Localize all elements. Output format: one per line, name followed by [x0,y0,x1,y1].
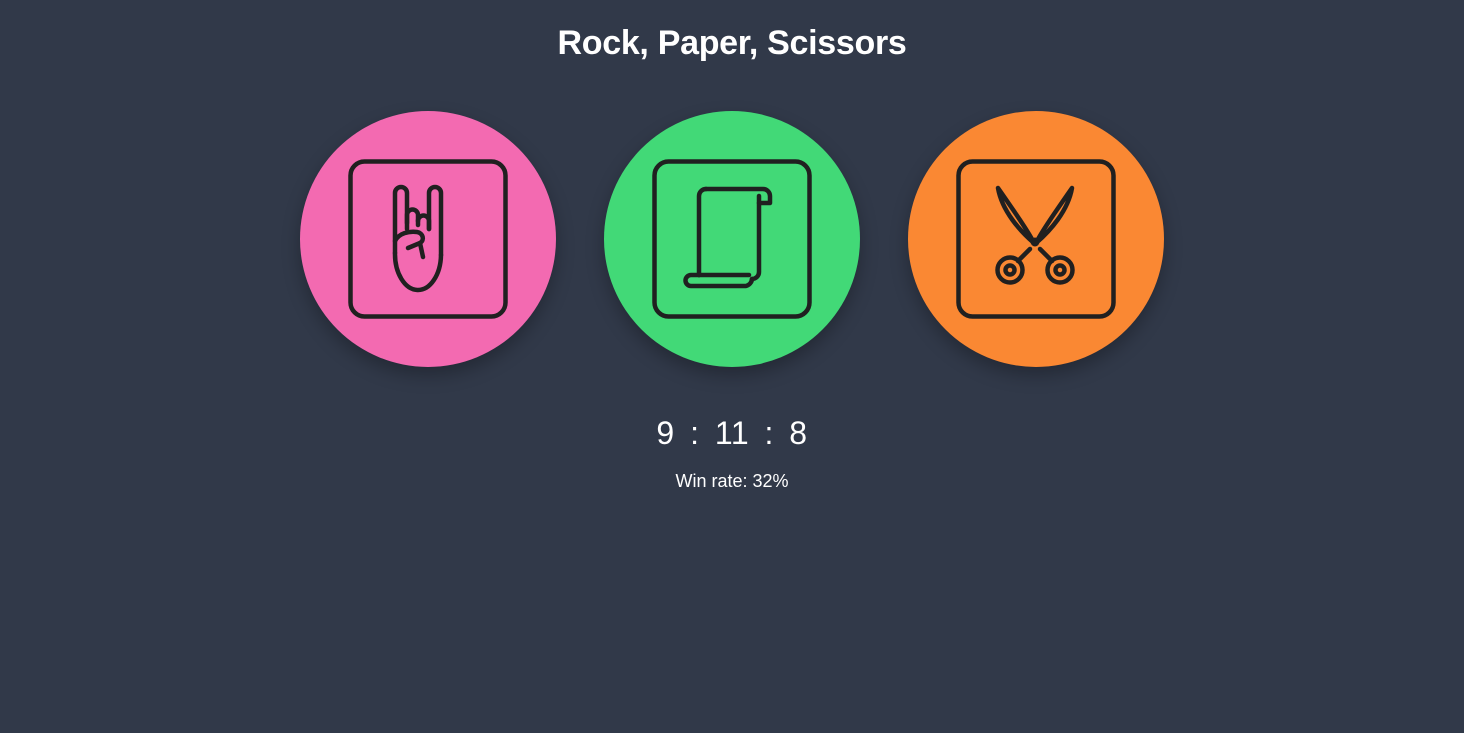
losses-count: 8 [789,415,808,451]
rock-hand-icon [348,159,508,319]
choice-buttons [300,111,1164,367]
win-rate: Win rate: 32% [675,471,789,491]
scissors-button[interactable] [908,111,1164,367]
draws-count: 11 [714,415,750,451]
score-separator: : [764,415,774,451]
game-page: Rock, Paper, Scissors 9: 11: 8 Win rat… [0,0,1464,733]
scroll-icon [652,159,812,319]
paper-button[interactable] [604,111,860,367]
page-title: Rock, Paper, Scissors [557,24,907,62]
wins-count: 9 [656,415,675,451]
scissors-icon [956,159,1116,319]
rock-button[interactable] [300,111,556,367]
score-separator: : [690,415,700,451]
score-display: 9 : 11 : 8 [0,413,1464,453]
